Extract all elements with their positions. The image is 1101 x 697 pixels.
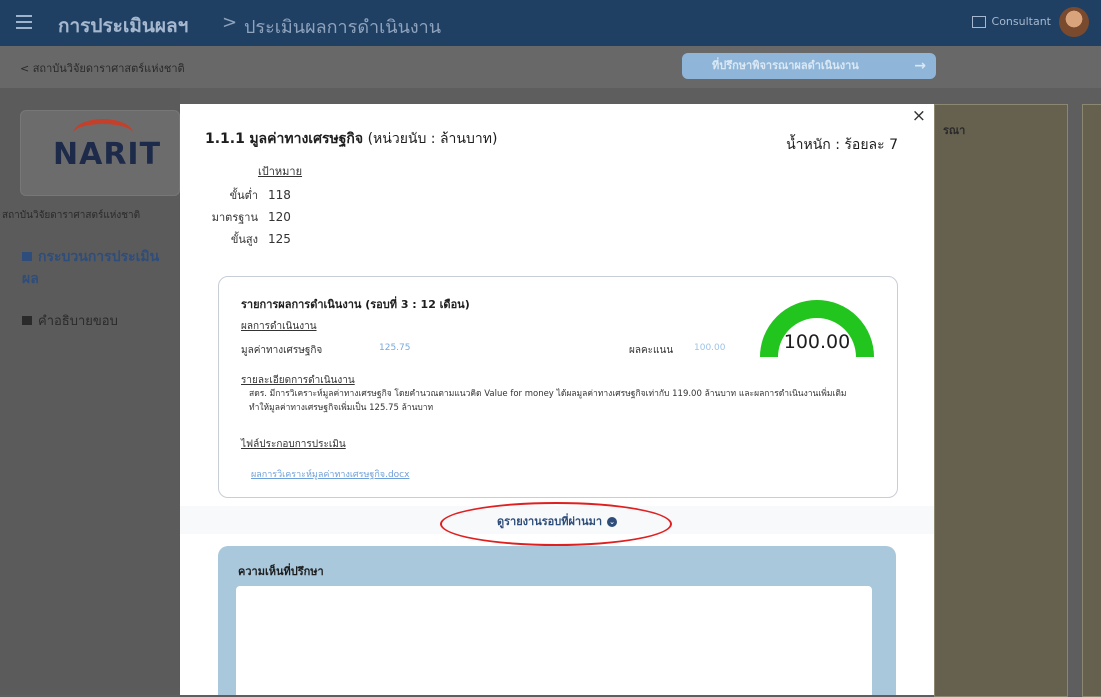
consultant-review-label: ที่ปรึกษาพิจารณาผลดำเนินงาน	[712, 59, 859, 72]
arrow-right-icon: →	[914, 58, 926, 74]
comment-title: ความเห็นที่ปรึกษา	[238, 565, 324, 578]
kpi-weight: น้ำหนัก : ร้อยละ 7	[786, 137, 898, 153]
gauge-value: 100.00	[783, 331, 851, 353]
target-value: 120	[268, 210, 291, 224]
sidebar-item-label: กระบวนการประเมินผล	[22, 249, 160, 287]
right-panel: รณา	[934, 104, 1068, 697]
avatar[interactable]	[1059, 7, 1089, 37]
target-value: 125	[268, 232, 291, 246]
right-panel-edge	[1082, 104, 1101, 697]
target-heading: เป้าหมาย	[258, 165, 303, 178]
target-row: ขั้นสูง 125	[198, 230, 291, 248]
attachment-link[interactable]: ผลการวิเคราะห์มูลค่าทางเศรษฐกิจ.docx	[251, 467, 409, 481]
detail-text: สดร. มีการวิเคราะห์มูลค่าทางเศรษฐกิจ โดย…	[249, 389, 847, 413]
sidebar-item-instructions[interactable]: คำอธิบายขอบ	[22, 310, 118, 331]
kpi-title: 1.1.1 มูลค่าทางเศรษฐกิจ (หน่วยนับ : ล้าน…	[205, 128, 497, 150]
logo: NARIT	[53, 137, 162, 172]
grid-icon	[22, 252, 32, 261]
result-value: 125.75	[379, 343, 411, 353]
detail-heading: รายละเอียดการดำเนินงาน	[241, 375, 355, 386]
target-row: ขั้นต่ำ 118	[198, 186, 291, 204]
target-row: มาตรฐาน 120	[198, 208, 291, 226]
list-icon	[22, 316, 32, 325]
logo-card: NARIT	[20, 110, 180, 196]
target-label: มาตรฐาน	[211, 211, 258, 224]
close-icon[interactable]: ×	[912, 106, 926, 126]
highlight-ellipse	[440, 502, 672, 546]
attachment-heading: ไฟล์ประกอบการประเมิน	[241, 439, 346, 450]
target-label: ขั้นสูง	[230, 233, 258, 246]
consultant-review-button[interactable]: ที่ปรึกษาพิจารณาผลดำเนินงาน →	[682, 53, 936, 79]
breadcrumb-separator: >	[222, 12, 238, 33]
kpi-code: 1.1.1	[205, 131, 245, 147]
sidebar: NARIT สถาบันวิจัยดาราศาสตร์แห่งชาติ กระบ…	[0, 88, 180, 695]
back-link[interactable]: < สถาบันวิจัยดาราศาสตร์แห่งชาติ	[20, 59, 185, 77]
target-label: ขั้นต่ำ	[229, 189, 258, 202]
sidebar-item-process[interactable]: กระบวนการประเมินผล	[22, 246, 162, 290]
result-heading: ผลการดำเนินงาน	[241, 321, 317, 332]
role-label: Consultant	[991, 15, 1051, 28]
org-name: สถาบันวิจัยดาราศาสตร์แห่งชาติ	[2, 210, 141, 221]
right-panel-label: รณา	[943, 124, 966, 137]
comment-textarea[interactable]	[236, 586, 872, 695]
kpi-unit: (หน่วยนับ : ล้านบาท)	[367, 131, 498, 147]
app-title[interactable]: การประเมินผลฯ	[58, 11, 188, 41]
result-label: มูลค่าทางเศรษฐกิจ	[241, 345, 323, 356]
breadcrumb-page: ประเมินผลการดำเนินงาน	[244, 17, 442, 38]
role-switcher[interactable]: Consultant	[971, 15, 1051, 28]
kpi-modal: × 1.1.1 มูลค่าทางเศรษฐกิจ (หน่วยนับ : ล้…	[180, 104, 934, 695]
score-value: 100.00	[694, 343, 726, 353]
building-icon	[971, 16, 986, 28]
comment-section: ความเห็นที่ปรึกษา	[218, 546, 896, 695]
sidebar-item-label: คำอธิบายขอบ	[38, 314, 118, 329]
target-value: 118	[268, 188, 291, 202]
menu-icon[interactable]	[16, 15, 32, 29]
score-label: ผลคะแนน	[629, 345, 674, 356]
report-title: รายการผลการดำเนินงาน (รอบที่ 3 : 12 เดือ…	[241, 298, 470, 311]
top-bar: การประเมินผลฯ > ประเมินผลการดำเนินงาน Co…	[0, 0, 1101, 46]
kpi-name: มูลค่าทางเศรษฐกิจ	[249, 131, 364, 147]
performance-card: รายการผลการดำเนินงาน (รอบที่ 3 : 12 เดือ…	[218, 276, 898, 498]
